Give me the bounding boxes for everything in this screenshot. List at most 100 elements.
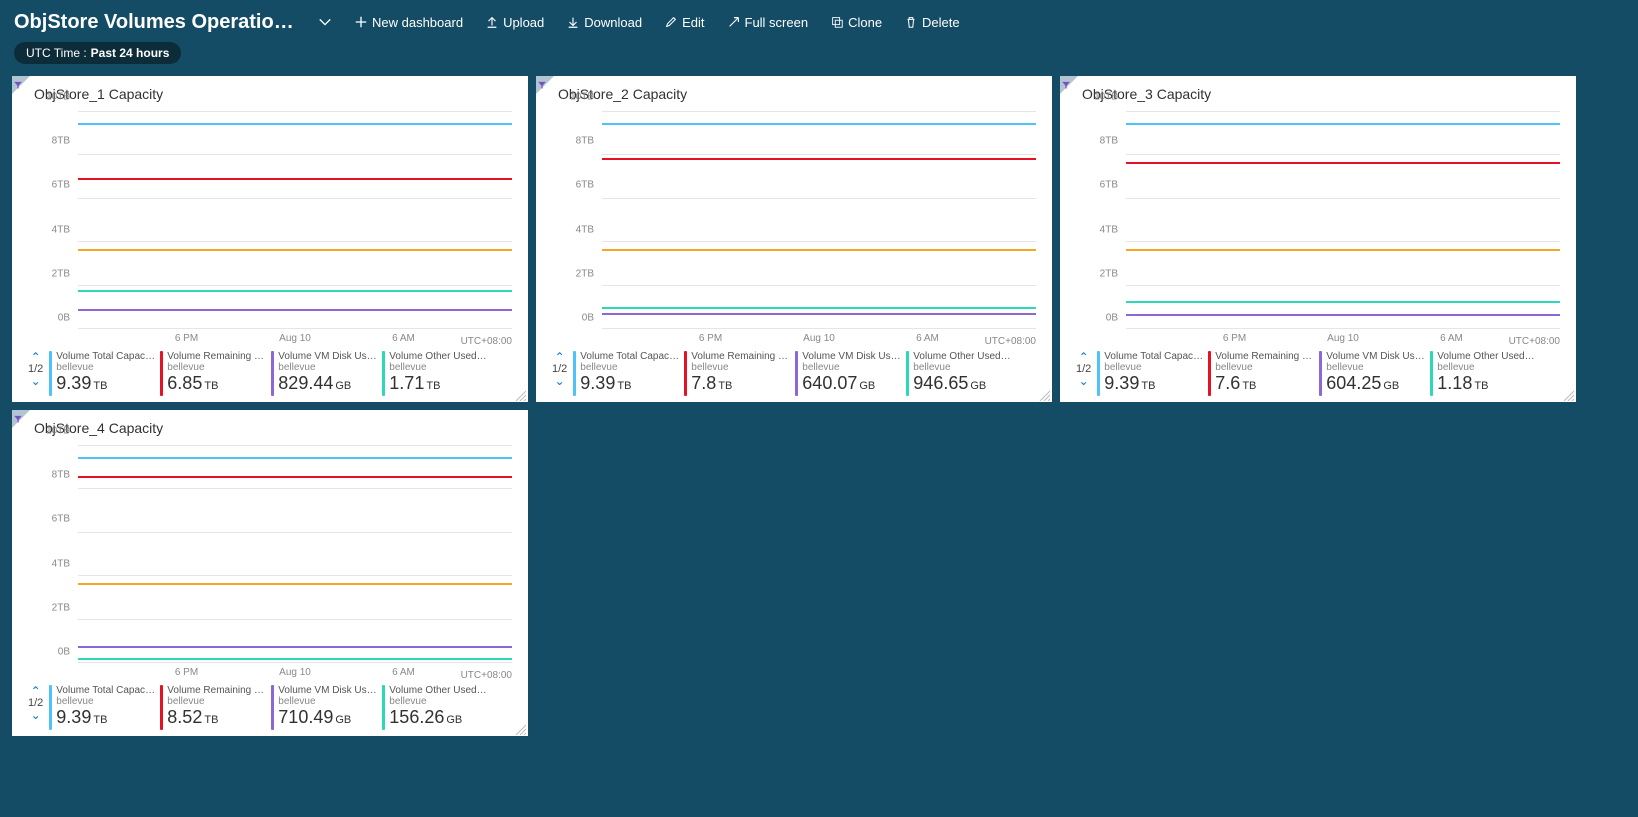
series-line	[1126, 314, 1560, 316]
chevron-down-icon[interactable]: ⌄	[31, 709, 41, 721]
upload-label: Upload	[503, 15, 544, 30]
legend-metric[interactable]: Volume Remaining Cap…bellevue6.85TB	[160, 351, 267, 396]
legend-metric[interactable]: Volume VM Disk Used …bellevue604.25GB	[1319, 351, 1426, 396]
chart-plot[interactable]: 0B2TB4TB6TB8TB10TB6 PMAug 106 AMUTC+08:0…	[44, 108, 514, 347]
x-tick-label: 6 AM	[392, 667, 415, 678]
chevron-up-icon[interactable]: ⌃	[1079, 351, 1089, 363]
legend-metric-value: 156.26GB	[389, 707, 489, 730]
fullscreen-button[interactable]: Full screen	[719, 11, 817, 34]
legend-color-bar	[160, 685, 163, 730]
clone-button[interactable]: Clone	[822, 11, 890, 34]
legend-metric-location: bellevue	[802, 362, 902, 373]
series-line	[1126, 249, 1560, 251]
legend-metric[interactable]: Volume Other Used Ca…bellevue1.18TB	[1430, 351, 1537, 396]
y-tick-label: 10TB	[46, 92, 70, 103]
metric-tile[interactable]: ObjStore_2 Capacity0B2TB4TB6TB8TB10TB6 P…	[536, 76, 1052, 402]
legend-metric[interactable]: Volume Total Capacit…bellevue9.39TB	[573, 351, 680, 396]
chart-plot[interactable]: 0B2TB4TB6TB8TB10TB6 PMAug 106 AMUTC+08:0…	[44, 442, 514, 681]
legend-metric-name: Volume VM Disk Used …	[1326, 351, 1426, 362]
x-tick-label: 6 PM	[699, 333, 722, 344]
legend-pager[interactable]: ⌃1/2⌄	[552, 351, 567, 387]
series-line	[78, 646, 512, 648]
chevron-up-icon[interactable]: ⌃	[31, 351, 41, 363]
edit-label: Edit	[682, 15, 704, 30]
legend-metric-location: bellevue	[278, 362, 378, 373]
dashboard-switcher[interactable]	[310, 11, 340, 33]
resize-handle[interactable]	[1562, 388, 1574, 400]
timezone-label: UTC+08:00	[1509, 336, 1560, 347]
filter-icon[interactable]	[1061, 77, 1071, 95]
legend-metric-name: Volume VM Disk Used …	[278, 685, 378, 696]
legend-color-bar	[382, 685, 385, 730]
chevron-down-icon[interactable]: ⌄	[1079, 375, 1089, 387]
resize-handle[interactable]	[1038, 388, 1050, 400]
legend-metric[interactable]: Volume Total Capacit…bellevue9.39TB	[1097, 351, 1204, 396]
resize-handle[interactable]	[514, 722, 526, 734]
legend-metric-value: 946.65GB	[913, 373, 1013, 396]
metric-tile[interactable]: ObjStore_3 Capacity0B2TB4TB6TB8TB10TB6 P…	[1060, 76, 1576, 402]
series-line	[1126, 301, 1560, 303]
filter-icon[interactable]	[537, 77, 547, 95]
series-line	[602, 249, 1036, 251]
legend-metric-location: bellevue	[691, 362, 791, 373]
legend-metric[interactable]: Volume Remaining Cap…bellevue8.52TB	[160, 685, 267, 730]
legend-metric[interactable]: Volume VM Disk Used …bellevue710.49GB	[271, 685, 378, 730]
y-tick-label: 10TB	[1094, 92, 1118, 103]
legend-pager[interactable]: ⌃1/2⌄	[28, 351, 43, 387]
filter-icon[interactable]	[13, 77, 23, 95]
legend-metric[interactable]: Volume Other Used Ca…bellevue1.71TB	[382, 351, 489, 396]
metric-tile[interactable]: ObjStore_1 Capacity0B2TB4TB6TB8TB10TB6 P…	[12, 76, 528, 402]
legend-metric[interactable]: Volume Other Used Ca…bellevue946.65GB	[906, 351, 1013, 396]
delete-button[interactable]: Delete	[896, 11, 968, 34]
timezone-label: UTC+08:00	[985, 336, 1036, 347]
legend-metric-value: 1.18TB	[1437, 373, 1537, 396]
legend-metric[interactable]: Volume Total Capacit…bellevue9.39TB	[49, 685, 156, 730]
download-button[interactable]: Download	[558, 11, 650, 34]
legend-metric[interactable]: Volume Remaining Cap…bellevue7.6TB	[1208, 351, 1315, 396]
y-tick-label: 4TB	[52, 558, 70, 569]
legend-pager[interactable]: ⌃1/2⌄	[28, 685, 43, 721]
y-tick-label: 8TB	[52, 136, 70, 147]
legend-metric[interactable]: Volume Total Capacit…bellevue9.39TB	[49, 351, 156, 396]
chevron-down-icon[interactable]: ⌄	[555, 375, 565, 387]
upload-button[interactable]: Upload	[477, 11, 552, 34]
series-line	[78, 178, 512, 180]
legend-color-bar	[1208, 351, 1211, 396]
resize-handle[interactable]	[514, 388, 526, 400]
legend-metric[interactable]: Volume VM Disk Used …bellevue829.44GB	[271, 351, 378, 396]
series-line	[602, 313, 1036, 315]
chevron-down-icon[interactable]: ⌄	[31, 375, 41, 387]
chart-plot[interactable]: 0B2TB4TB6TB8TB10TB6 PMAug 106 AMUTC+08:0…	[1092, 108, 1562, 347]
y-tick-label: 0B	[58, 647, 70, 658]
series-line	[78, 658, 512, 660]
tile-title: ObjStore_4 Capacity	[34, 420, 518, 436]
legend-color-bar	[271, 351, 274, 396]
chevron-up-icon[interactable]: ⌃	[555, 351, 565, 363]
time-range-pill[interactable]: UTC Time : Past 24 hours	[14, 42, 181, 64]
legend-metric[interactable]: Volume VM Disk Used …bellevue640.07GB	[795, 351, 902, 396]
series-line	[78, 123, 512, 125]
delete-label: Delete	[922, 15, 960, 30]
chevron-up-icon[interactable]: ⌃	[31, 685, 41, 697]
x-tick-label: 6 AM	[1440, 333, 1463, 344]
legend-metric[interactable]: Volume Other Used Ca…bellevue156.26GB	[382, 685, 489, 730]
series-line	[78, 476, 512, 478]
metric-tile[interactable]: ObjStore_4 Capacity 0B2TB4TB6TB8TB10TB6 P…	[12, 410, 528, 736]
new-dashboard-button[interactable]: New dashboard	[346, 11, 471, 34]
series-line	[602, 158, 1036, 160]
legend-metric[interactable]: Volume Remaining Cap…bellevue7.8TB	[684, 351, 791, 396]
filter-icon[interactable]	[13, 411, 23, 429]
legend-metric-value: 7.8TB	[691, 373, 791, 396]
legend-pager[interactable]: ⌃1/2⌄	[1076, 351, 1091, 387]
chart-plot[interactable]: 0B2TB4TB6TB8TB10TB6 PMAug 106 AMUTC+08:0…	[568, 108, 1038, 347]
edit-button[interactable]: Edit	[656, 11, 712, 34]
legend-metric-name: Volume Other Used Ca…	[1437, 351, 1537, 362]
y-tick-label: 6TB	[52, 180, 70, 191]
tile-title: ObjStore_3 Capacity	[1082, 86, 1566, 102]
series-line	[78, 290, 512, 292]
legend-metric-value: 829.44GB	[278, 373, 378, 396]
x-tick-label: Aug 10	[1327, 333, 1359, 344]
y-tick-label: 0B	[1106, 313, 1118, 324]
x-tick-label: 6 PM	[175, 667, 198, 678]
y-tick-label: 0B	[582, 313, 594, 324]
